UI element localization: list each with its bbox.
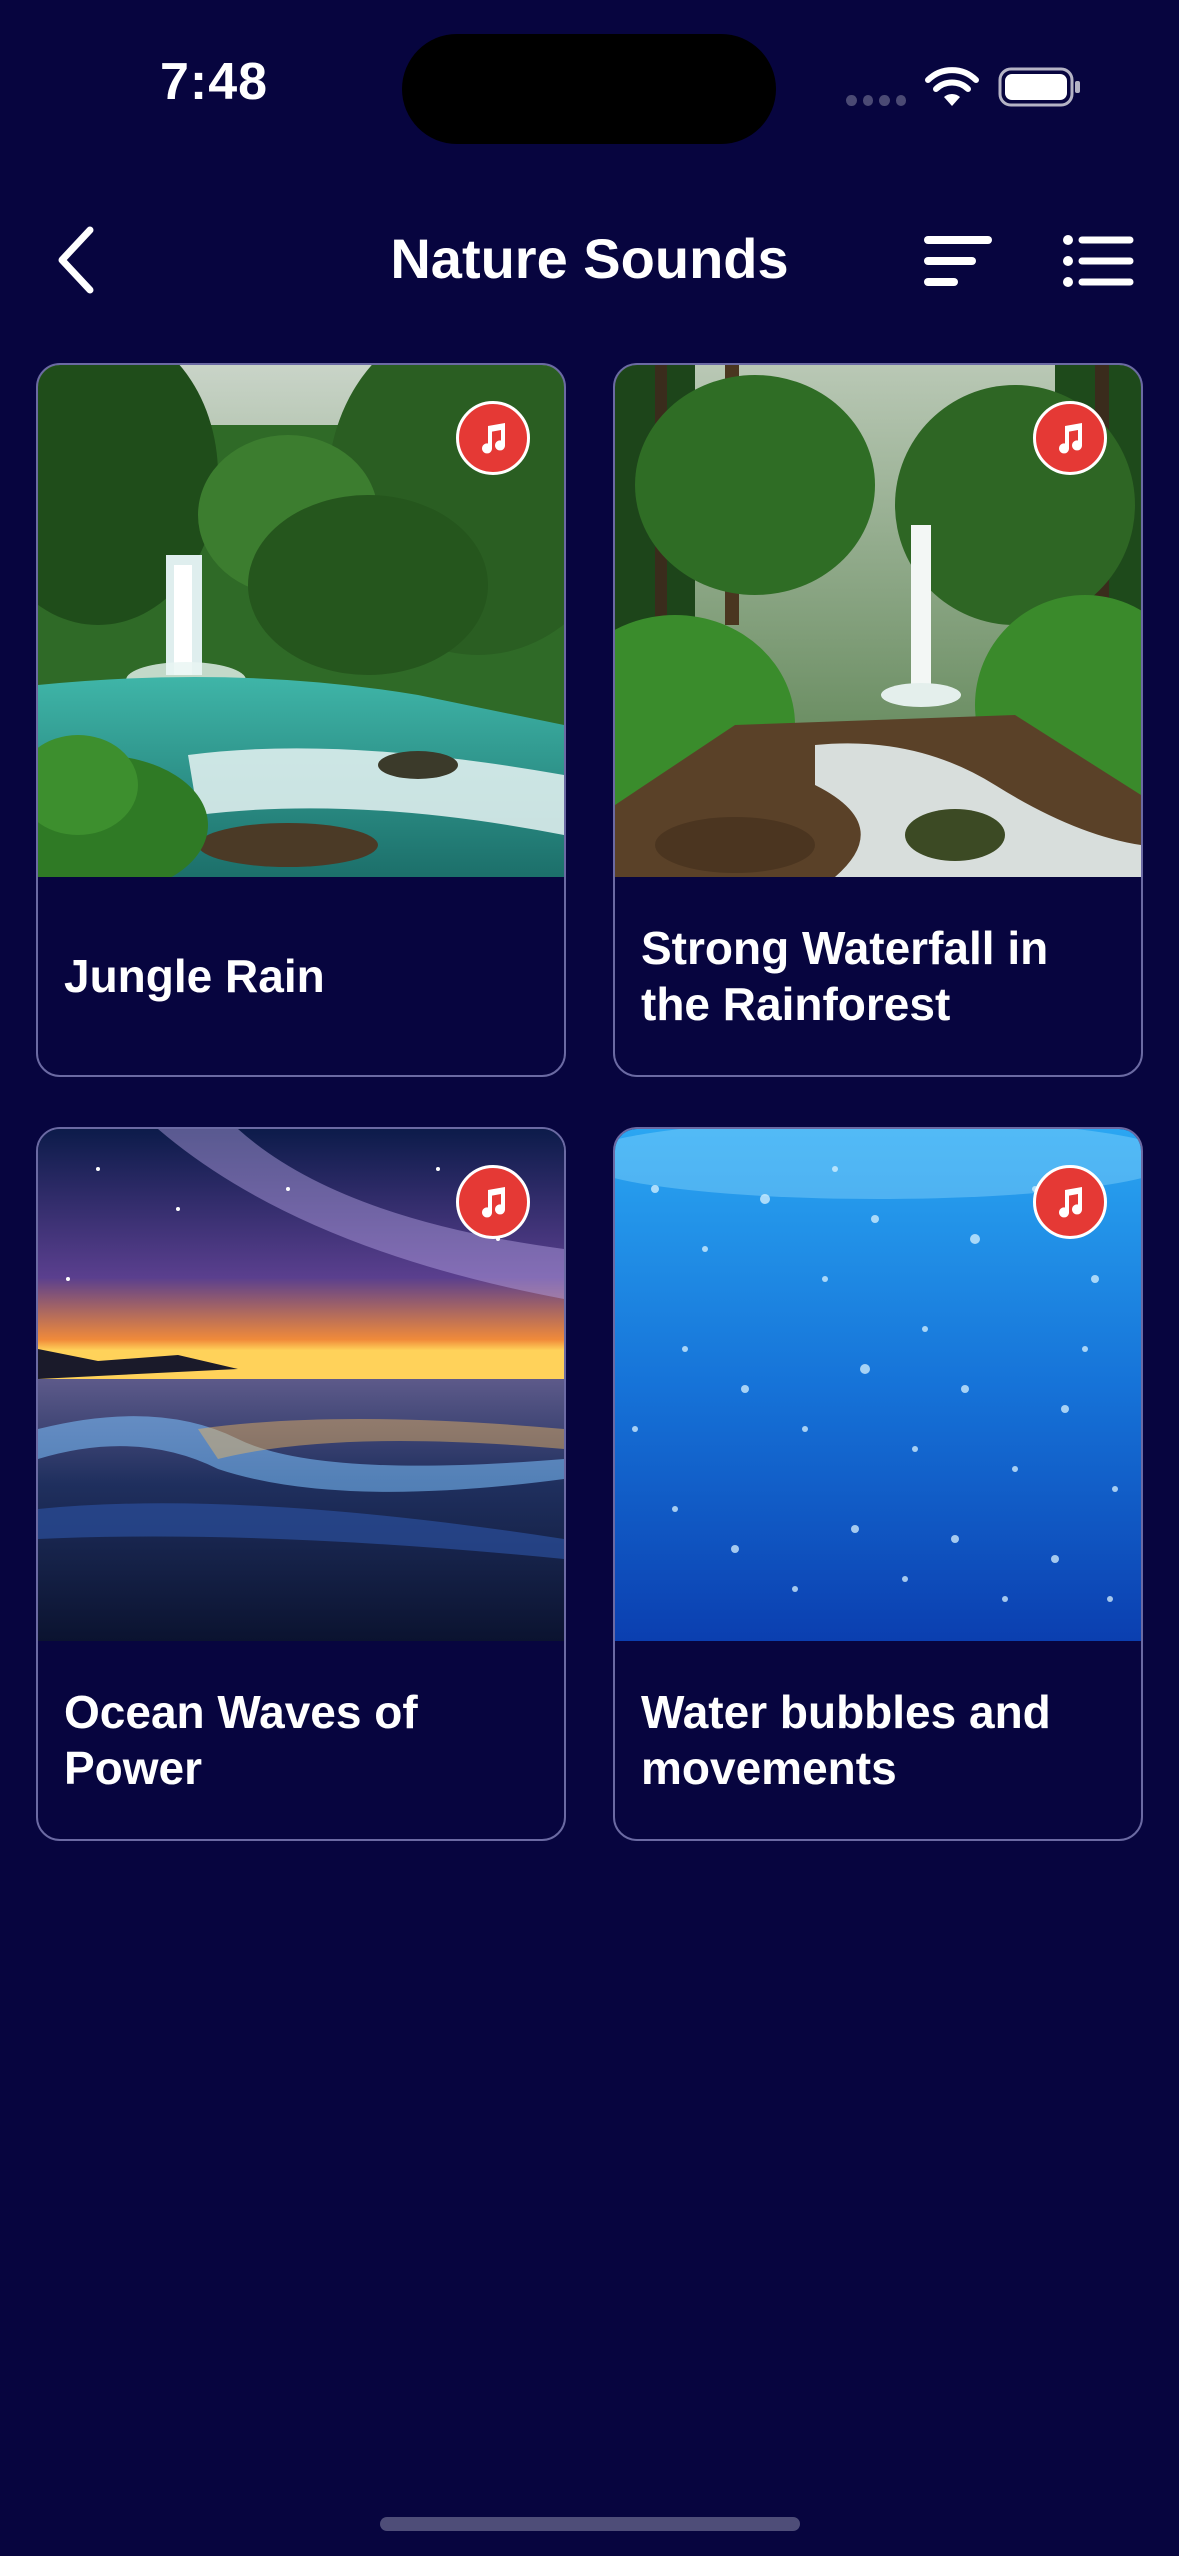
card-title: Jungle Rain xyxy=(64,950,325,1002)
sound-thumbnail xyxy=(38,1129,564,1641)
page-title: Nature Sounds xyxy=(390,227,789,290)
card-title: Ocean Waves of Power xyxy=(64,1686,418,1794)
music-note-icon xyxy=(1033,1165,1107,1239)
sound-thumbnail xyxy=(38,365,564,877)
wifi-icon xyxy=(925,67,979,106)
sort-icon[interactable] xyxy=(918,226,998,296)
sound-thumbnail xyxy=(615,365,1141,877)
card-title: Strong Waterfall in the Rainforest xyxy=(641,922,1049,1030)
battery-icon xyxy=(998,67,1080,107)
cellular-signal-icon xyxy=(846,95,906,107)
music-note-icon xyxy=(456,1165,530,1239)
music-note-icon xyxy=(456,401,530,475)
list-icon[interactable] xyxy=(1058,226,1138,296)
status-bar: 7:48 xyxy=(0,0,1179,180)
music-note-icon xyxy=(1033,401,1107,475)
sound-card[interactable]: Jungle Rain xyxy=(36,363,566,1077)
home-indicator[interactable] xyxy=(380,2517,800,2531)
dynamic-island xyxy=(402,34,776,144)
status-time: 7:48 xyxy=(160,53,269,111)
card-title: Water bubbles and movements xyxy=(641,1686,1051,1794)
navigation-bar: Nature Sounds xyxy=(0,190,1179,320)
sound-thumbnail xyxy=(615,1129,1141,1641)
sound-card[interactable]: Water bubbles and movements xyxy=(613,1127,1143,1841)
sound-card[interactable]: Ocean Waves of Power xyxy=(36,1127,566,1841)
sound-card[interactable]: Strong Waterfall in the Rainforest xyxy=(613,363,1143,1077)
sounds-grid: Jungle Rain Strong Waterfall in the Rain… xyxy=(36,363,1143,1841)
